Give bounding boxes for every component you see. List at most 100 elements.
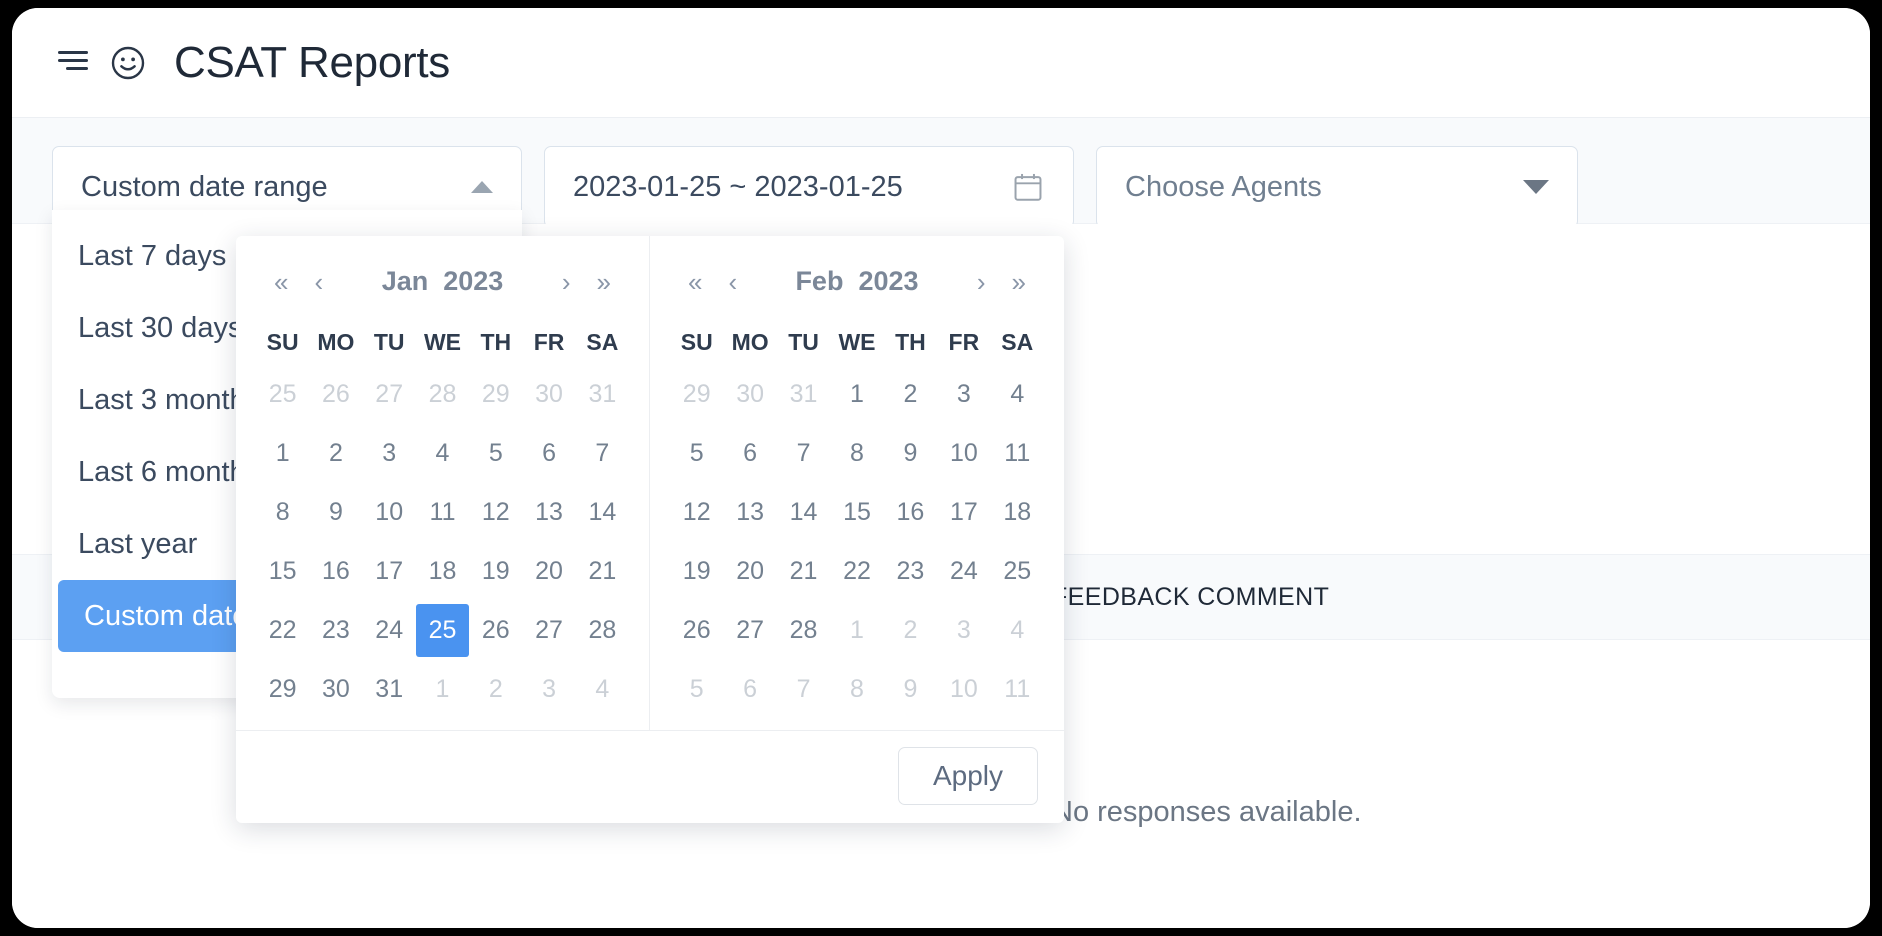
- calendar-day[interactable]: 1: [830, 368, 883, 421]
- calendar-day[interactable]: 11: [991, 427, 1044, 480]
- calendar-day[interactable]: 31: [576, 368, 629, 421]
- calendar-day[interactable]: 13: [723, 486, 776, 539]
- calendar-day[interactable]: 23: [309, 604, 362, 657]
- calendar-day[interactable]: 2: [884, 604, 937, 657]
- prev-month-icon[interactable]: ‹: [310, 267, 327, 297]
- calendar-day[interactable]: 7: [576, 427, 629, 480]
- calendar-day[interactable]: 17: [937, 486, 990, 539]
- calendar-day[interactable]: 10: [937, 427, 990, 480]
- calendar-day[interactable]: 10: [937, 663, 990, 716]
- calendar-day[interactable]: 14: [777, 486, 830, 539]
- calendar-day[interactable]: 1: [416, 663, 469, 716]
- calendar-day[interactable]: 2: [884, 368, 937, 421]
- calendar-day[interactable]: 15: [830, 486, 883, 539]
- calendar-day[interactable]: 11: [991, 663, 1044, 716]
- next-month-icon[interactable]: ›: [558, 267, 575, 297]
- agents-select[interactable]: Choose Agents: [1096, 146, 1578, 228]
- calendar-day[interactable]: 24: [363, 604, 416, 657]
- calendar-day[interactable]: 23: [884, 545, 937, 598]
- calendar-day[interactable]: 8: [256, 486, 309, 539]
- calendar-day[interactable]: 14: [576, 486, 629, 539]
- caret-down-icon[interactable]: [1523, 180, 1549, 194]
- calendar-day[interactable]: 7: [777, 663, 830, 716]
- calendar-day[interactable]: 7: [777, 427, 830, 480]
- calendar-day[interactable]: 9: [884, 427, 937, 480]
- calendar-day[interactable]: 19: [469, 545, 522, 598]
- calendar-day[interactable]: 18: [991, 486, 1044, 539]
- calendar-months: «‹ Jan 2023 ›» SU MO TU WE TH FR SA 25 26 27 28 29 30 31…: [236, 236, 1064, 730]
- calendar-day[interactable]: 16: [884, 486, 937, 539]
- calendar-day[interactable]: 4: [991, 368, 1044, 421]
- calendar-day[interactable]: 31: [777, 368, 830, 421]
- calendar-day[interactable]: 26: [670, 604, 723, 657]
- calendar-day[interactable]: 5: [670, 427, 723, 480]
- prev-year-icon[interactable]: «: [684, 267, 706, 297]
- calendar-day[interactable]: 29: [670, 368, 723, 421]
- calendar-day[interactable]: 6: [522, 427, 575, 480]
- calendar-day[interactable]: 26: [469, 604, 522, 657]
- calendar-day[interactable]: 30: [309, 663, 362, 716]
- calendar-day[interactable]: 3: [937, 604, 990, 657]
- calendar-day[interactable]: 18: [416, 545, 469, 598]
- apply-button[interactable]: Apply: [897, 747, 1038, 805]
- calendar-day[interactable]: 29: [469, 368, 522, 421]
- calendar-day[interactable]: 12: [469, 486, 522, 539]
- calendar-day[interactable]: 9: [309, 486, 362, 539]
- calendar-day[interactable]: 2: [469, 663, 522, 716]
- calendar-day[interactable]: 19: [670, 545, 723, 598]
- calendar-day[interactable]: 5: [670, 663, 723, 716]
- calendar-day[interactable]: 1: [830, 604, 883, 657]
- prev-year-icon[interactable]: «: [270, 267, 292, 297]
- calendar-day[interactable]: 20: [723, 545, 776, 598]
- calendar-day-selected[interactable]: 25: [415, 604, 470, 657]
- calendar-day[interactable]: 6: [723, 427, 776, 480]
- calendar-day[interactable]: 25: [991, 545, 1044, 598]
- calendar-day[interactable]: 15: [256, 545, 309, 598]
- calendar-day[interactable]: 13: [522, 486, 575, 539]
- next-year-icon[interactable]: »: [593, 267, 615, 297]
- next-month-icon[interactable]: ›: [973, 267, 990, 297]
- calendar-day[interactable]: 20: [522, 545, 575, 598]
- calendar-day[interactable]: 8: [830, 427, 883, 480]
- calendar-day[interactable]: 3: [363, 427, 416, 480]
- calendar-day[interactable]: 2: [309, 427, 362, 480]
- calendar-day[interactable]: 12: [670, 486, 723, 539]
- calendar-day[interactable]: 28: [777, 604, 830, 657]
- calendar-day[interactable]: 4: [991, 604, 1044, 657]
- calendar-day[interactable]: 10: [363, 486, 416, 539]
- calendar-day[interactable]: 21: [576, 545, 629, 598]
- calendar-day[interactable]: 4: [416, 427, 469, 480]
- calendar-day[interactable]: 21: [777, 545, 830, 598]
- date-range-input[interactable]: 2023-01-25 ~ 2023-01-25: [544, 146, 1074, 228]
- calendar-day[interactable]: 9: [884, 663, 937, 716]
- calendar-day[interactable]: 16: [309, 545, 362, 598]
- calendar-day[interactable]: 22: [256, 604, 309, 657]
- calendar-day[interactable]: 27: [363, 368, 416, 421]
- calendar-day[interactable]: 27: [723, 604, 776, 657]
- calendar-day[interactable]: 30: [723, 368, 776, 421]
- calendar-day[interactable]: 26: [309, 368, 362, 421]
- caret-up-icon[interactable]: [471, 181, 493, 193]
- calendar-day[interactable]: 1: [256, 427, 309, 480]
- calendar-day[interactable]: 22: [830, 545, 883, 598]
- calendar-day[interactable]: 5: [469, 427, 522, 480]
- calendar-day[interactable]: 24: [937, 545, 990, 598]
- calendar-day[interactable]: 30: [522, 368, 575, 421]
- calendar-day[interactable]: 6: [723, 663, 776, 716]
- calendar-day[interactable]: 31: [363, 663, 416, 716]
- calendar-day[interactable]: 25: [256, 368, 309, 421]
- calendar-icon[interactable]: [1011, 170, 1045, 204]
- prev-month-icon[interactable]: ‹: [724, 267, 741, 297]
- calendar-day[interactable]: 3: [937, 368, 990, 421]
- hamburger-menu-icon[interactable]: [58, 50, 88, 75]
- calendar-day[interactable]: 8: [830, 663, 883, 716]
- calendar-day[interactable]: 17: [363, 545, 416, 598]
- calendar-day[interactable]: 29: [256, 663, 309, 716]
- calendar-day[interactable]: 11: [416, 486, 469, 539]
- next-year-icon[interactable]: »: [1008, 267, 1030, 297]
- calendar-day[interactable]: 3: [522, 663, 575, 716]
- calendar-day[interactable]: 4: [576, 663, 629, 716]
- calendar-day[interactable]: 28: [576, 604, 629, 657]
- calendar-day[interactable]: 28: [416, 368, 469, 421]
- calendar-day[interactable]: 27: [522, 604, 575, 657]
